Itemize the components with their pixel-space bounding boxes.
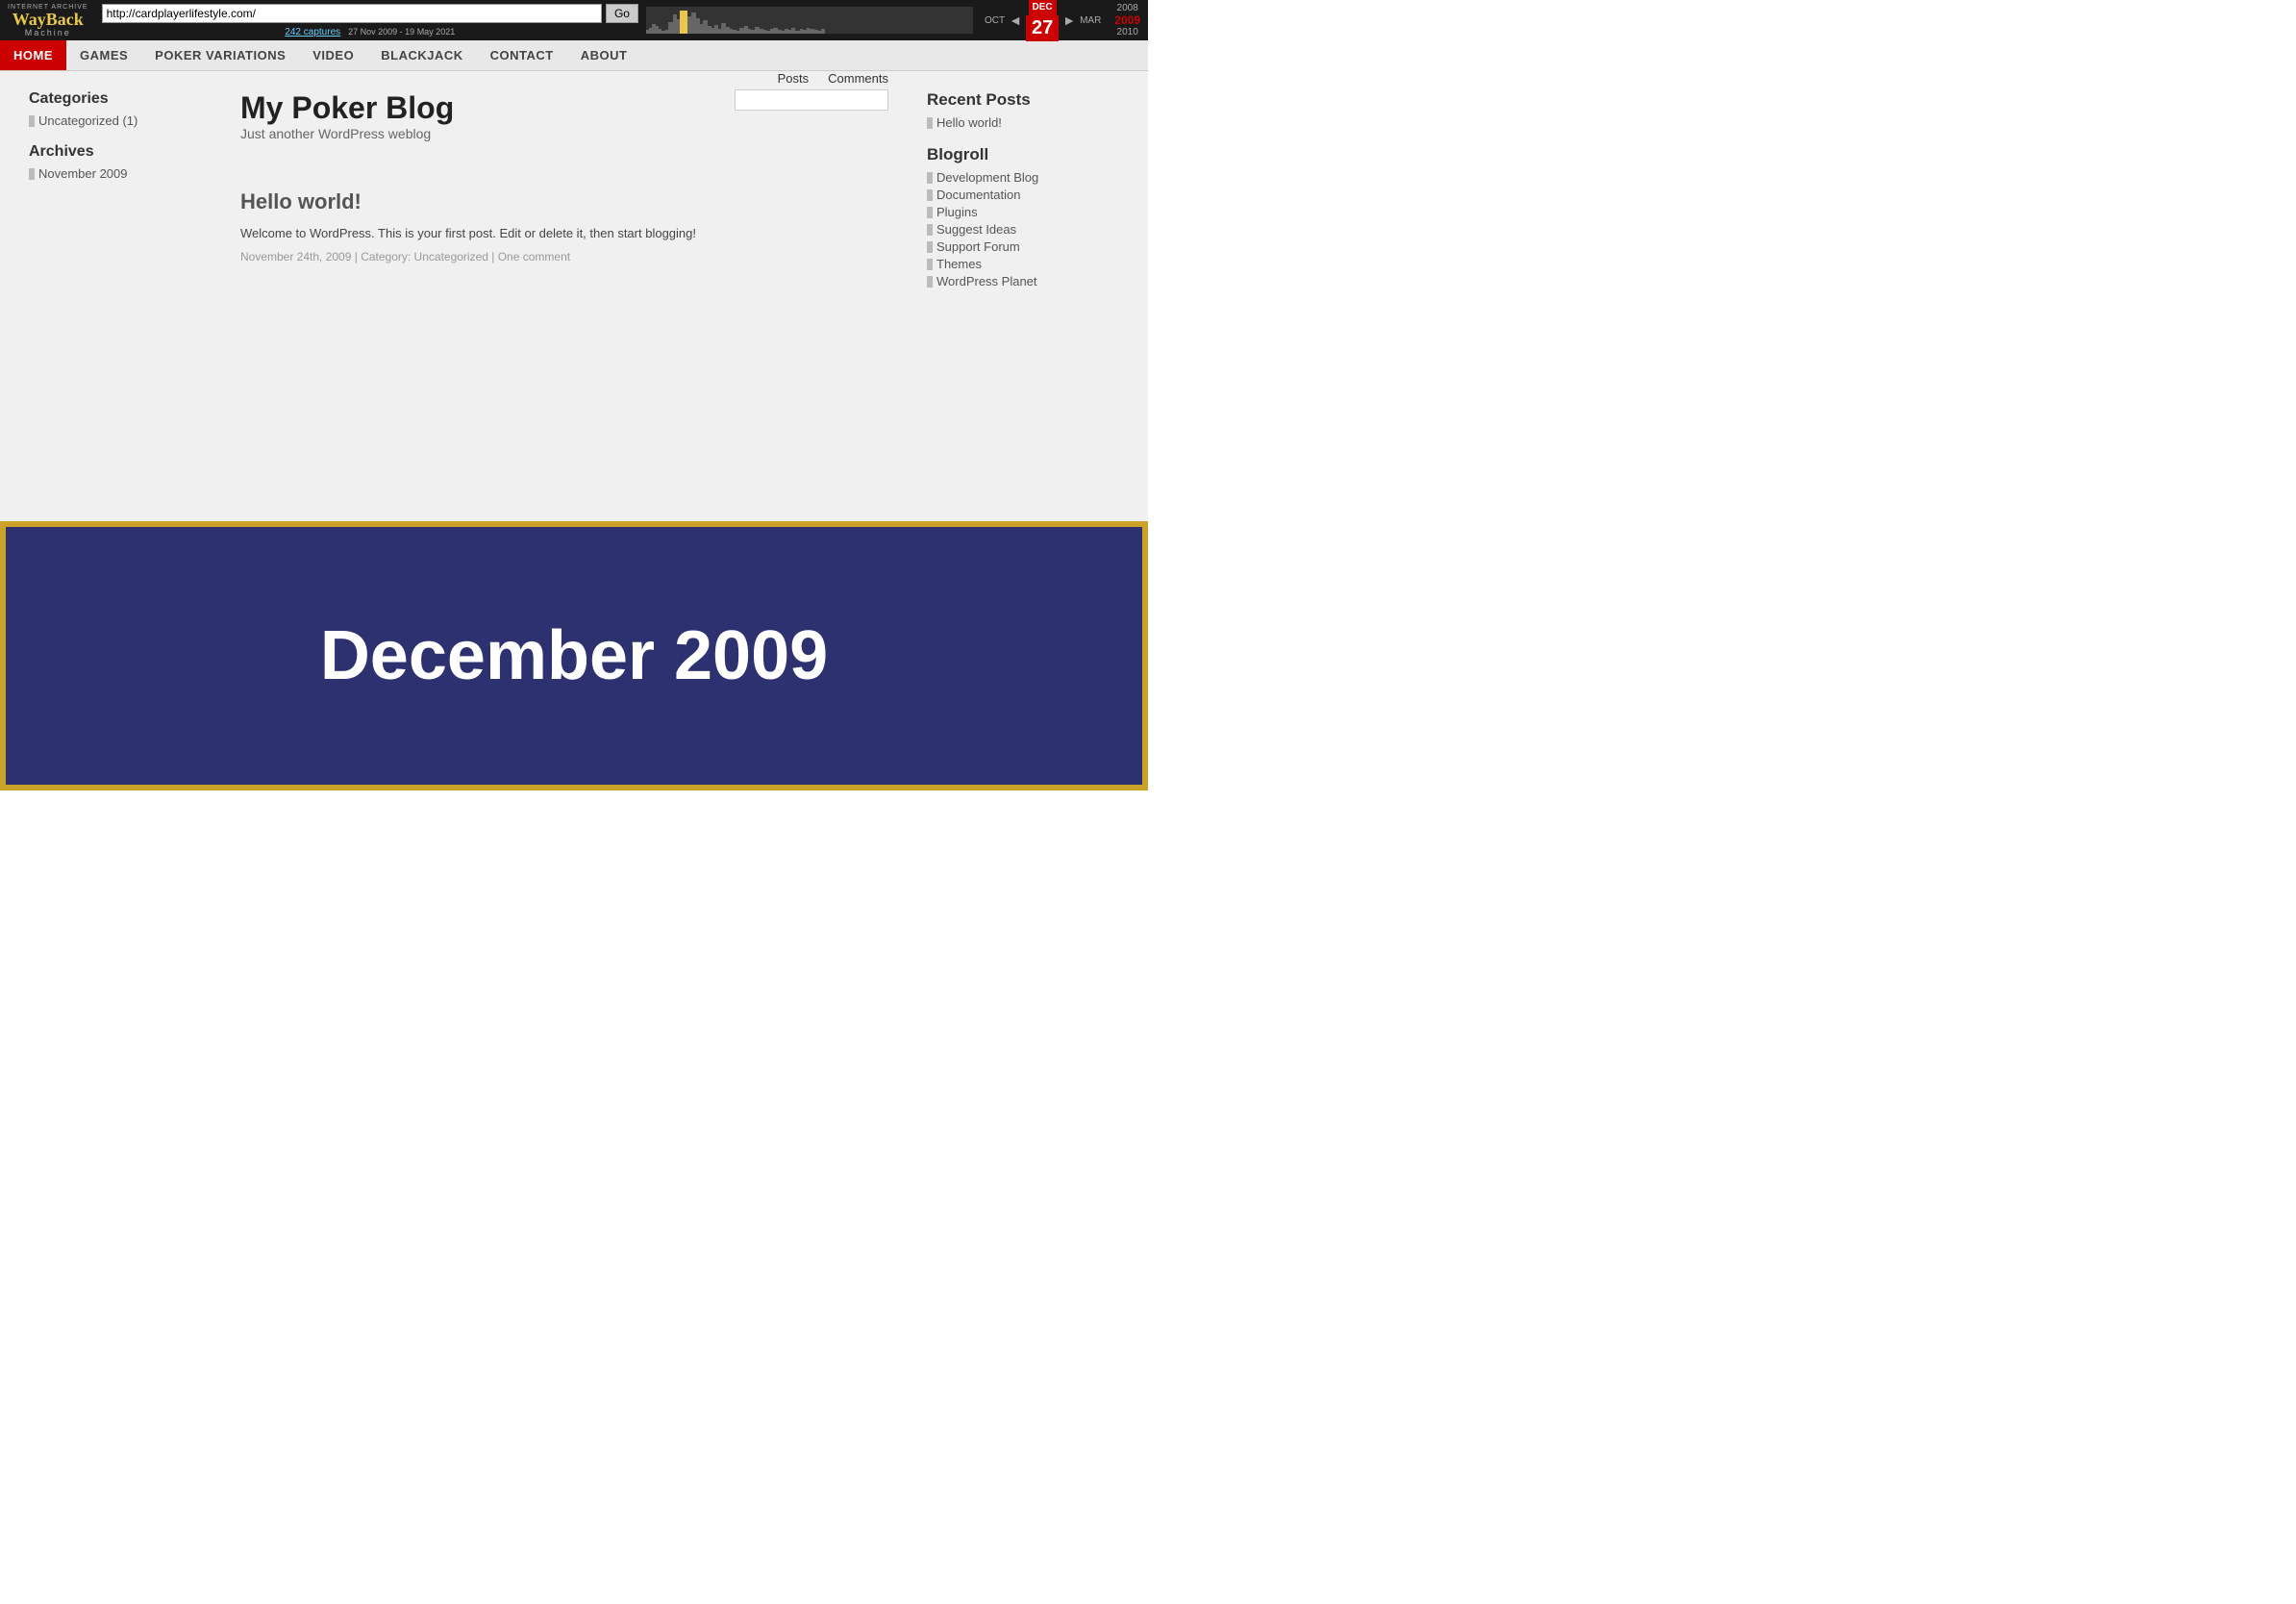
blogroll-label: Documentation [936,188,1020,202]
go-button[interactable]: Go [606,4,638,23]
timeline-histogram [646,7,973,34]
timeline-nav: OCT ◄ DEC 27 ► MAR [985,0,1101,41]
wayback-bar: INTERNET ARCHIVE WayBack Machine Go 242 … [0,0,1148,40]
recent-post-hello-world[interactable]: Hello world! [927,115,1119,130]
nav-blackjack[interactable]: BLACKJACK [367,40,476,70]
blog-subtitle: Just another WordPress weblog [240,126,454,141]
wayback-logo: INTERNET ARCHIVE WayBack Machine [8,4,88,38]
left-sidebar: Categories Uncategorized (1) Archives No… [29,90,202,291]
search-input[interactable] [735,89,888,111]
blogroll-wordpress-planet[interactable]: WordPress Planet [927,274,1119,288]
comments-tab[interactable]: Comments [828,71,888,86]
blog-title: My Poker Blog [240,90,454,126]
nav-bar: HOME GAMES POKER VARIATIONS VIDEO BLACKJ… [0,40,1148,71]
blogroll-label: Support Forum [936,239,1020,254]
blogroll-label: Plugins [936,205,978,219]
posts-comments-tabs: Posts Comments [778,71,888,86]
year-current: 2009 [1114,13,1140,27]
wayback-wordmark: WayBack [12,11,84,28]
blogroll-label: Themes [936,257,982,271]
blogroll-label: Suggest Ideas [936,222,1016,237]
post-meta: November 24th, 2009 | Category: Uncatego… [240,250,888,263]
blogroll-support-forum[interactable]: Support Forum [927,239,1119,254]
blogroll-label: WordPress Planet [936,274,1037,288]
bullet-icon [927,276,933,288]
year-nav: 2008 2009 2010 [1114,3,1140,38]
machine-label: Machine [25,28,71,38]
bullet-icon [927,172,933,184]
blog-wrapper: HOME GAMES POKER VARIATIONS VIDEO BLACKJ… [0,40,1148,521]
category-uncategorized[interactable]: Uncategorized (1) [29,113,202,128]
bullet-icon [927,259,933,270]
blog-title-area: My Poker Blog Just another WordPress web… [240,90,454,141]
bottom-banner: December 2009 [0,521,1148,790]
nav-home[interactable]: HOME [0,40,66,70]
year-prev: 2008 [1117,3,1138,13]
blogroll-suggest-ideas[interactable]: Suggest Ideas [927,222,1119,237]
blog-main: Categories Uncategorized (1) Archives No… [0,71,1148,311]
blogroll-development-blog[interactable]: Development Blog [927,170,1119,185]
blogroll-documentation[interactable]: Documentation [927,188,1119,202]
oct-label: OCT [985,15,1005,26]
day-number: 27 [1026,15,1059,41]
captures-row: 242 captures 27 Nov 2009 - 19 May 2021 [285,27,455,38]
banner-text: December 2009 [320,616,828,695]
bullet-icon [29,115,35,127]
bullet-icon [927,189,933,201]
next-arrow[interactable]: ► [1062,13,1076,28]
recent-posts-title: Recent Posts [927,90,1119,110]
url-row: Go [102,4,638,23]
center-content: My Poker Blog Just another WordPress web… [202,90,927,291]
categories-title: Categories [29,90,202,108]
right-sidebar: Recent Posts Hello world! Blogroll Devel… [927,90,1119,291]
url-input[interactable] [102,4,602,23]
bullet-icon [29,168,35,180]
post-title: Hello world! [240,189,888,214]
blogroll-label: Development Blog [936,170,1038,185]
nav-about[interactable]: ABOUT [567,40,641,70]
mar-label: MAR [1080,15,1101,26]
post-body: Welcome to WordPress. This is your first… [240,226,888,240]
bullet-icon [927,207,933,218]
posts-tab[interactable]: Posts [778,71,810,86]
url-bar-area: Go 242 captures 27 Nov 2009 - 19 May 202… [102,4,638,38]
dec-label: DEC [1029,0,1057,15]
nav-video[interactable]: VIDEO [299,40,367,70]
bullet-icon [927,241,933,253]
category-label: Uncategorized (1) [38,113,137,128]
archive-november-2009[interactable]: November 2009 [29,166,202,181]
year-next: 2010 [1117,27,1138,38]
nav-contact[interactable]: CONTACT [477,40,567,70]
blogroll-plugins[interactable]: Plugins [927,205,1119,219]
search-area: Posts Comments [735,71,888,111]
recent-post-label: Hello world! [936,115,1002,130]
archive-label: November 2009 [38,166,128,181]
nav-games[interactable]: GAMES [66,40,141,70]
blogroll-themes[interactable]: Themes [927,257,1119,271]
blogroll-title: Blogroll [927,145,1119,164]
top-blog-area: My Poker Blog Just another WordPress web… [240,90,888,161]
archives-title: Archives [29,143,202,161]
captures-link[interactable]: 242 captures [285,27,340,38]
bullet-icon [927,224,933,236]
bullet-icon [927,117,933,129]
nav-poker-variations[interactable]: POKER VARIATIONS [141,40,299,70]
prev-arrow[interactable]: ◄ [1009,13,1022,28]
captures-date: 27 Nov 2009 - 19 May 2021 [348,27,455,37]
